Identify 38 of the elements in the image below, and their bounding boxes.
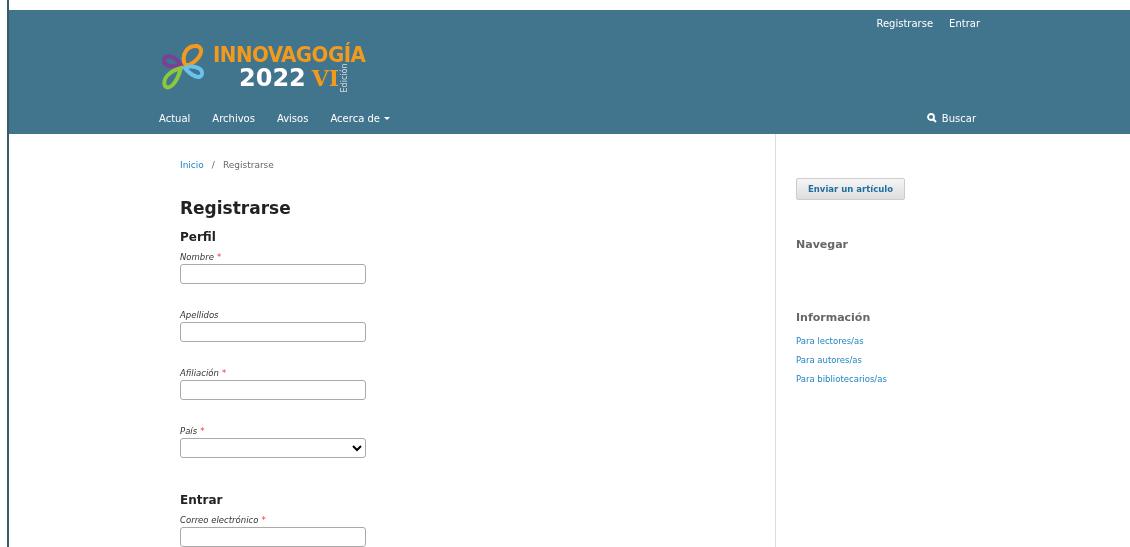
- required-mark: *: [261, 515, 266, 525]
- logo-edition-label: Edición: [341, 63, 350, 93]
- logo-icon: [159, 43, 207, 91]
- select-field[interactable]: [180, 438, 366, 458]
- input-field[interactable]: [180, 322, 366, 342]
- sidebar-link[interactable]: Para lectores/as: [796, 336, 905, 346]
- sidebar-link[interactable]: Para bibliotecarios/as: [796, 374, 905, 384]
- breadcrumb-separator: /: [211, 160, 215, 170]
- logo-edition: VI: [311, 67, 340, 89]
- input-field[interactable]: [180, 527, 366, 547]
- nav-link[interactable]: Actual: [159, 112, 191, 124]
- nav-link[interactable]: Archivos: [212, 112, 255, 124]
- sidebar-link[interactable]: Para autores/as: [796, 355, 905, 365]
- user-nav-link[interactable]: Registrarse: [876, 18, 934, 29]
- sidebar-heading: Información: [796, 311, 872, 324]
- page-title: Registrarse: [180, 198, 292, 218]
- search-link[interactable]: Buscar: [926, 112, 976, 124]
- field-label: País *: [180, 426, 206, 436]
- input-field[interactable]: [180, 264, 366, 284]
- section-heading: Entrar: [180, 493, 224, 507]
- field-label: Correo electrónico *: [180, 515, 267, 525]
- search-icon: [926, 113, 937, 123]
- nav-link[interactable]: Acerca de: [330, 112, 390, 124]
- breadcrumb-link[interactable]: Inicio: [180, 160, 204, 170]
- required-mark: *: [216, 252, 222, 262]
- required-mark: *: [200, 426, 205, 436]
- breadcrumb-current: Registrarse: [222, 160, 274, 170]
- field-label: Nombre *: [180, 252, 223, 262]
- sidebar-heading: Navegar: [796, 238, 849, 251]
- user-nav-link[interactable]: Entrar: [949, 18, 980, 29]
- nav-link[interactable]: Avisos: [276, 112, 309, 124]
- field-label: Apellidos: [180, 310, 220, 320]
- required-mark: *: [221, 368, 227, 378]
- field-label: Afiliación *: [180, 368, 228, 378]
- submit-article-button[interactable]: Enviar un artículo: [796, 178, 905, 200]
- input-field[interactable]: [180, 380, 366, 400]
- logo-year: 2022: [239, 66, 306, 90]
- section-heading: Perfil: [180, 230, 217, 244]
